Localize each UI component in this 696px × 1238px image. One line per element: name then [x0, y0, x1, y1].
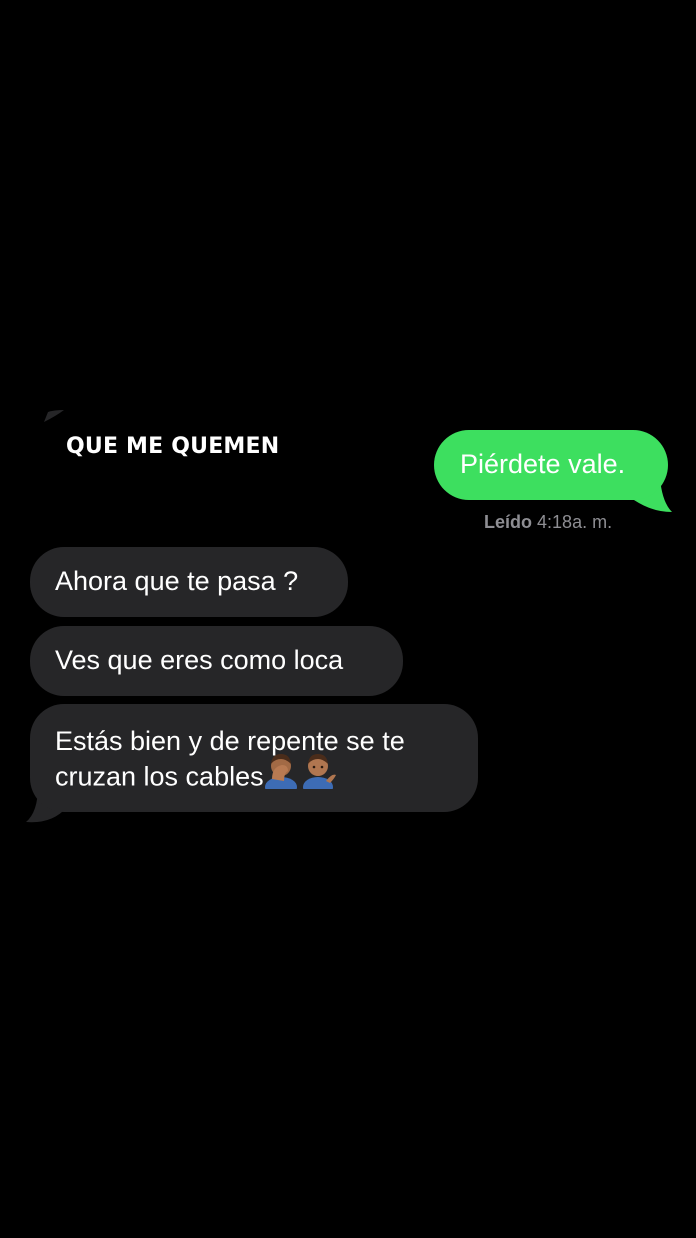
received-message-line1: Estás bien y de repente se te	[55, 726, 405, 756]
received-message-line2: cruzan los cables	[55, 761, 264, 792]
emoji-group	[264, 751, 336, 798]
previous-bubble-tail	[44, 410, 64, 422]
man-tipping-hand-emoji	[302, 754, 336, 797]
received-message-bubble[interactable]: Estás bien y de repente se te cruzan los…	[30, 704, 478, 812]
received-message-text: Ves que eres como loca	[55, 645, 344, 675]
received-message-bubble[interactable]: Ves que eres como loca	[30, 626, 403, 696]
read-status: Leído	[484, 512, 532, 532]
sent-message-bubble[interactable]: Piérdete vale.	[434, 430, 668, 500]
read-time: 4:18	[537, 512, 573, 532]
read-receipt: Leído 4:18a. m.	[484, 512, 612, 533]
conversation-screen: QUE ME QUEMEN Piérdete vale. Leído 4:18a…	[0, 0, 696, 1238]
received-message-bubble[interactable]: Ahora que te pasa ?	[30, 547, 348, 617]
caption-text: QUE ME QUEMEN	[66, 434, 280, 459]
man-facepalming-emoji	[264, 754, 297, 797]
received-message-text: Ahora que te pasa ?	[55, 566, 299, 596]
read-period: a. m.	[572, 512, 613, 532]
emoji-pair	[264, 754, 336, 797]
sent-message-text: Piérdete vale.	[460, 449, 626, 479]
